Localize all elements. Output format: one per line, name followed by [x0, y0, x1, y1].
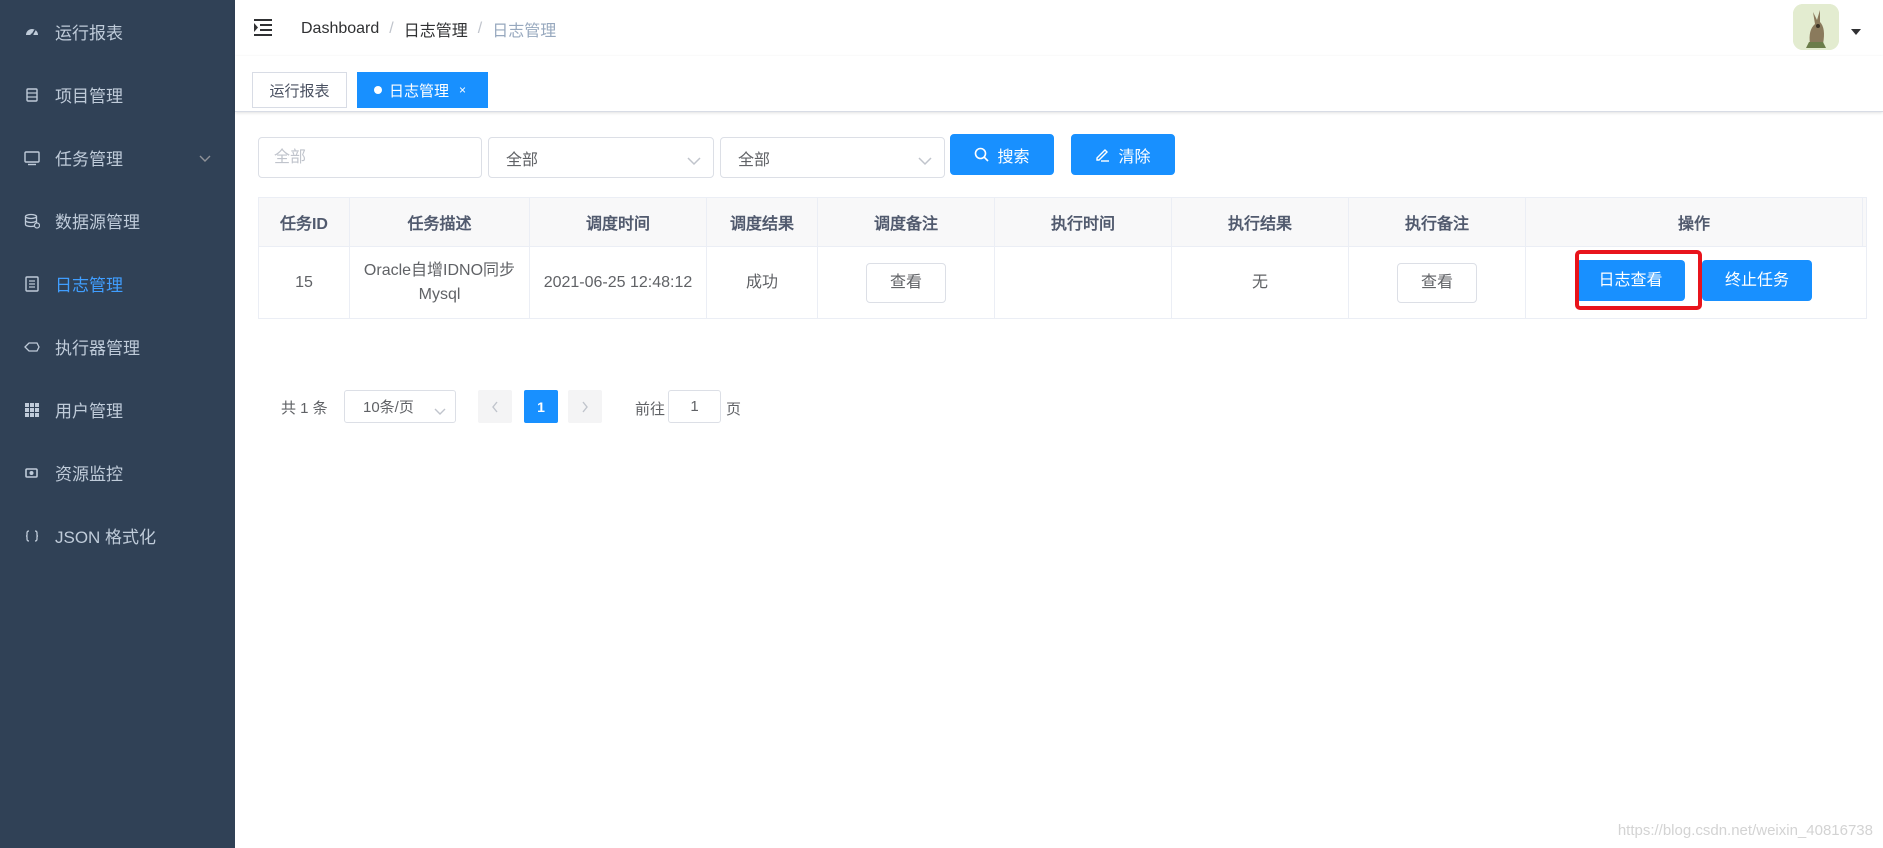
select-value: 全部 [506, 151, 539, 169]
goto-page-input[interactable] [668, 390, 721, 423]
view-log-button[interactable]: 日志查看 [1576, 260, 1685, 301]
sidebar-item-run-report[interactable]: 运行报表 [0, 0, 235, 63]
page-suffix-label: 页 [726, 401, 742, 418]
sidebar-item-executor[interactable]: 执行器管理 [0, 315, 235, 378]
goto-label: 前往 [635, 401, 666, 418]
status-select[interactable]: 全部 [720, 137, 945, 178]
cell-exec-note: 查看 [1349, 247, 1526, 318]
search-icon [975, 147, 990, 162]
sidebar-item-project[interactable]: 项目管理 [0, 63, 235, 126]
tag-label: 日志管理 [389, 82, 450, 100]
sidebar-item-label: 数据源管理 [55, 213, 140, 232]
breadcrumb-item-dashboard[interactable]: Dashboard [301, 20, 379, 38]
stop-task-button[interactable]: 终止任务 [1702, 260, 1812, 301]
view-exec-note-button[interactable]: 查看 [1397, 262, 1477, 303]
dashboard-icon [24, 24, 40, 40]
tags-view: 运行报表 日志管理 × [235, 56, 1883, 112]
sidebar-item-user[interactable]: 用户管理 [0, 378, 235, 441]
hamburger-icon[interactable] [253, 17, 273, 37]
column-header: 调度时间 [530, 198, 707, 246]
user-grid-icon [24, 402, 40, 418]
cell-schedule-note: 查看 [818, 247, 995, 318]
sidebar-item-datasource[interactable]: 数据源管理 [0, 189, 235, 252]
column-header: 执行备注 [1349, 198, 1526, 246]
project-icon [24, 87, 40, 103]
log-icon [24, 275, 40, 292]
watermark: https://blog.csdn.net/weixin_40816738 [1617, 822, 1873, 839]
column-header: 执行结果 [1172, 198, 1349, 246]
job-select[interactable]: 全部 [488, 137, 714, 178]
breadcrumb-separator: / [477, 20, 483, 37]
sidebar-item-label: 日志管理 [55, 276, 123, 295]
sidebar-item-label: 执行器管理 [55, 339, 140, 358]
clear-button-label: 清除 [1118, 148, 1151, 166]
json-braces-icon [24, 528, 40, 544]
monitor-icon [24, 150, 40, 166]
tag-log-management[interactable]: 日志管理 × [357, 72, 488, 108]
database-icon [24, 213, 40, 229]
column-header: 操作 [1526, 198, 1863, 246]
search-button-label: 搜索 [997, 148, 1030, 166]
search-button[interactable]: 搜索 [950, 134, 1054, 175]
cell-task-desc: Oracle自增IDNO同步Mysql [350, 247, 530, 318]
pagination-total: 共 1 条 [281, 400, 328, 417]
table-row: 15 Oracle自增IDNO同步Mysql 2021-06-25 12:48:… [259, 247, 1866, 318]
select-value: 全部 [738, 151, 771, 169]
page-number-current[interactable]: 1 [524, 390, 558, 423]
sidebar-item-json[interactable]: JSON 格式化 [0, 504, 235, 567]
sidebar-item-label: 运行报表 [55, 24, 123, 43]
cell-exec-result: 无 [1172, 247, 1349, 318]
clear-button[interactable]: 清除 [1071, 134, 1175, 175]
log-table: 任务ID 任务描述 调度时间 调度结果 调度备注 执行时间 执行结果 执行备注 … [258, 197, 1867, 319]
executor-icon [24, 339, 40, 355]
sidebar-item-task[interactable]: 任务管理 [0, 126, 235, 189]
cell-task-desc-text: Oracle自增IDNO同步Mysql [363, 261, 516, 303]
column-header: 调度结果 [707, 198, 818, 246]
column-header: 任务描述 [350, 198, 530, 246]
column-header: 调度备注 [818, 198, 995, 246]
keyword-input[interactable] [258, 137, 482, 178]
page-size-select[interactable]: 10条/页 [344, 390, 456, 423]
user-menu[interactable] [1793, 4, 1861, 50]
cell-exec-time [995, 247, 1172, 318]
breadcrumb-item-current: 日志管理 [492, 23, 557, 40]
chevron-right-icon [582, 401, 588, 412]
table-header: 任务ID 任务描述 调度时间 调度结果 调度备注 执行时间 执行结果 执行备注 … [259, 198, 1866, 247]
caret-down-icon[interactable] [1851, 22, 1861, 40]
prev-page-button[interactable] [478, 390, 512, 423]
sidebar-item-resource[interactable]: 资源监控 [0, 441, 235, 504]
breadcrumb-separator: / [389, 20, 394, 37]
monitor-resource-icon [24, 465, 40, 481]
breadcrumb: Dashboard / 日志管理 / 日志管理 [301, 17, 556, 41]
active-dot-icon [374, 86, 382, 94]
sidebar-item-label: 资源监控 [55, 465, 123, 484]
close-icon[interactable]: × [459, 83, 466, 97]
tag-run-report[interactable]: 运行报表 [252, 72, 347, 108]
column-header: 执行时间 [995, 198, 1172, 246]
chevron-left-icon [492, 401, 498, 412]
cell-schedule-result: 成功 [707, 247, 818, 318]
cell-schedule-time: 2021-06-25 12:48:12 [530, 247, 707, 318]
edit-icon [1096, 149, 1110, 162]
chevron-down-icon [199, 148, 211, 168]
breadcrumb-item-log-management[interactable]: 日志管理 [404, 17, 468, 41]
navbar: Dashboard / 日志管理 / 日志管理 [235, 0, 1883, 56]
sidebar-item-log[interactable]: 日志管理 [0, 252, 235, 315]
sidebar-item-label: 项目管理 [55, 87, 123, 106]
chevron-down-icon [434, 403, 446, 420]
chevron-down-icon [918, 153, 932, 171]
avatar[interactable] [1793, 4, 1839, 50]
tag-label: 运行报表 [269, 82, 330, 100]
cell-operations: 日志查看 终止任务 [1526, 247, 1863, 318]
sidebar: 运行报表 项目管理 任务管理 数据源管理 日志管理 执行器管理 用户管理 资源监… [0, 0, 235, 848]
page-size-value: 10条/页 [363, 399, 414, 416]
sidebar-item-label: JSON 格式化 [55, 528, 157, 547]
chevron-down-icon [687, 153, 701, 171]
view-schedule-note-button[interactable]: 查看 [866, 262, 946, 303]
sidebar-item-label: 用户管理 [55, 402, 123, 421]
cell-task-id: 15 [259, 247, 350, 318]
sidebar-item-label: 任务管理 [55, 150, 123, 169]
next-page-button[interactable] [568, 390, 602, 423]
column-header: 任务ID [259, 198, 350, 246]
